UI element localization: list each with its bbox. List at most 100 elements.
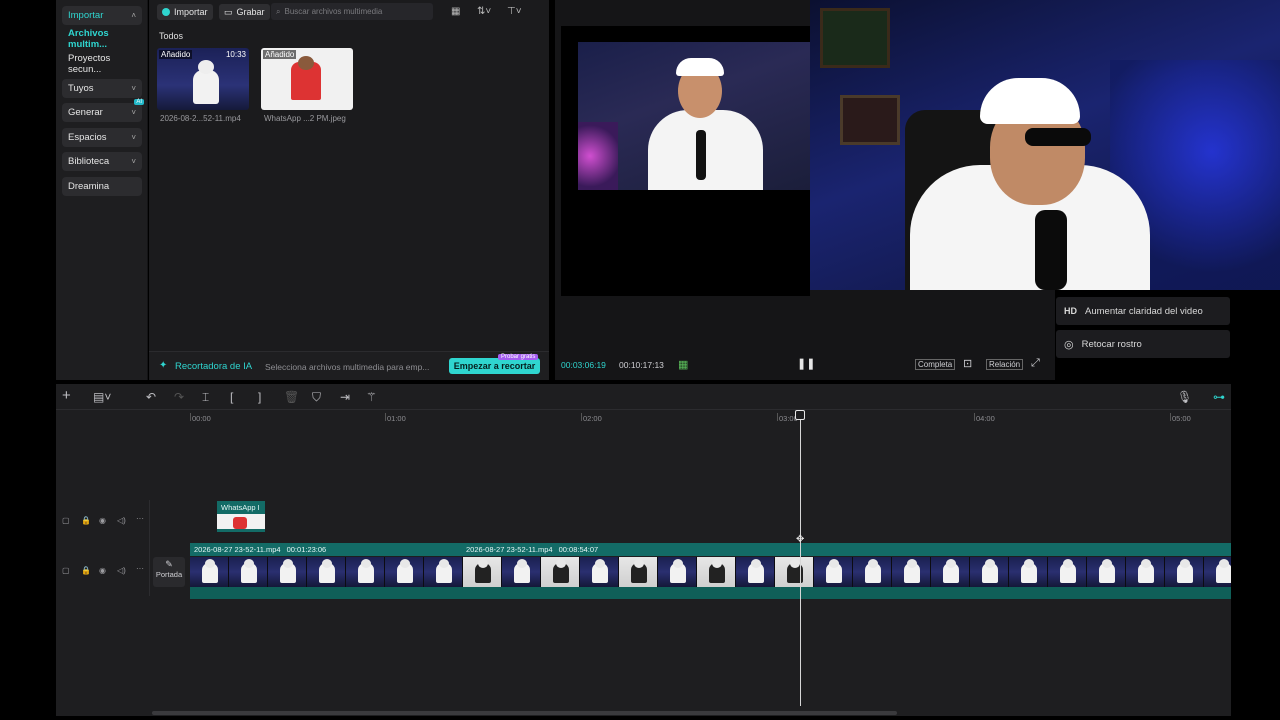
grid-view-icon[interactable]: ▦ (451, 6, 460, 17)
eye-icon[interactable]: ◉ (99, 566, 106, 575)
clip-frame (658, 557, 697, 587)
clip-frame (814, 557, 853, 587)
clip-frame (1048, 557, 1087, 587)
sidebar-item-label: Biblioteca (68, 156, 110, 167)
setting-label: Retocar rostro (1081, 338, 1142, 350)
main-clip-header[interactable]: 2026-08-27 23-52-11.mp4 00:01:23:06 (190, 543, 462, 556)
focus-icon[interactable]: ⊡ (963, 357, 972, 370)
playhead[interactable] (800, 412, 801, 706)
full-quality-button[interactable]: Completa (915, 359, 956, 370)
trim-right-icon[interactable]: ] (258, 390, 261, 404)
clip-frame (346, 557, 385, 587)
clip-frame (463, 557, 502, 587)
redo-icon[interactable]: ↷ (174, 390, 184, 404)
freeze-icon[interactable]: ⇥ (340, 390, 350, 404)
sidebar-item-library[interactable]: Biblioteca ˅ (62, 152, 142, 171)
start-cutting-button[interactable]: Empezar a recortar (449, 358, 540, 374)
ai-cutter-bar: ✦ Recortadora de IA Selecciona archivos … (149, 351, 549, 380)
clip-frame (268, 557, 307, 587)
enhance-clarity-option[interactable]: HD Aumentar claridad del video (1056, 297, 1230, 325)
sidebar-item-label: Importar (68, 10, 104, 21)
overlay-clip-thumb (233, 517, 247, 529)
add-icon[interactable]: + (62, 387, 71, 404)
aspect-ratio-button[interactable]: Relación (986, 359, 1024, 370)
added-badge: Añadido (159, 50, 193, 59)
overlay-clip[interactable] (217, 514, 265, 532)
playhead-handle[interactable] (795, 410, 805, 420)
preview-microphone (696, 130, 706, 180)
undo-icon[interactable]: ↶ (146, 390, 156, 404)
plus-circle-icon (162, 8, 170, 16)
sort-icon[interactable]: ⇅˅ (477, 6, 491, 17)
more-icon[interactable]: ··· (136, 564, 144, 573)
sidebar-item-import[interactable]: Importar ˄ (62, 6, 142, 25)
chevron-up-icon: ˄ (131, 11, 136, 20)
record-label: Grabar (236, 7, 265, 17)
lock-icon[interactable]: 🔒 (81, 516, 91, 525)
search-input[interactable]: ⌕ Buscar archivos multimedia (271, 3, 433, 20)
sidebar-item-dreamina[interactable]: Dreamina (62, 177, 142, 196)
video-figure (193, 70, 219, 104)
ai-cutter-title: Recortadora de IA (175, 361, 253, 372)
fullscreen-icon[interactable]: ⤢ (1031, 357, 1040, 370)
delete-icon[interactable]: 🗑 (284, 390, 299, 404)
duration-label: 10:33 (225, 50, 246, 59)
webcam-glasses (1025, 128, 1091, 146)
microphone-icon[interactable]: 🎙 (1177, 390, 1192, 404)
clip-frame (229, 557, 268, 587)
track-toggle-icon[interactable]: ▢ (62, 566, 70, 575)
clip-frame (853, 557, 892, 587)
audio-meter-icon: ▦ (678, 359, 689, 371)
link-icon[interactable]: ⊶ (1213, 390, 1225, 404)
trim-left-icon[interactable]: [ (230, 390, 233, 404)
clip-frames[interactable] (190, 557, 1231, 587)
main-clip-header[interactable]: 2026-08-27 23-52-11.mp4 00:08:54:07 (462, 543, 1231, 556)
total-time: 00:10:17:13 (619, 360, 664, 370)
clip-frame (697, 557, 736, 587)
clip-name: WhatsApp I (221, 503, 260, 512)
more-icon[interactable]: ··· (136, 514, 144, 523)
clip-frame (580, 557, 619, 587)
retouch-face-option[interactable]: ◎ Retocar rostro (1056, 330, 1230, 358)
track-toggle-icon[interactable]: ▢ (62, 516, 70, 525)
section-label: Todos (159, 31, 184, 41)
lock-icon[interactable]: 🔒 (81, 566, 91, 575)
pause-icon[interactable]: ❚❚ (797, 357, 815, 370)
media-item-image[interactable]: Añadido (261, 48, 353, 110)
ruler-label: 00:00 (192, 414, 211, 423)
speaker-icon[interactable]: ◁) (117, 516, 126, 525)
sidebar-item-secondary-projects[interactable]: Proyectos secun... (62, 52, 142, 75)
media-item-video[interactable]: Añadido 10:33 (157, 48, 249, 110)
split-icon[interactable]: ⌶ (202, 390, 209, 405)
filter-icon[interactable]: ⊤˅ (507, 6, 522, 17)
sidebar-item-generate[interactable]: Generar ˅ AI (62, 99, 144, 122)
clip-frame (1087, 557, 1126, 587)
sidebar-item-label: Espacios (68, 132, 107, 143)
sidebar-item-spaces[interactable]: Espacios ˅ (62, 128, 142, 147)
record-button[interactable]: ▭ Grabar (219, 4, 270, 20)
clip-frame (931, 557, 970, 587)
sidebar-item-label: Proyectos secun... (68, 52, 111, 75)
chevron-down-icon: ˅ (131, 157, 136, 166)
preview-light (578, 122, 618, 190)
clip-frame (541, 557, 580, 587)
shield-icon[interactable]: ⛉ (312, 390, 321, 405)
webcam-microphone (1035, 210, 1067, 290)
audio-waveform (190, 587, 1231, 599)
import-button[interactable]: Importar (157, 4, 213, 20)
start-cutting-label: Empezar a recortar (453, 361, 536, 371)
speaker-icon[interactable]: ◁) (117, 566, 126, 575)
eye-icon[interactable]: ◉ (99, 516, 106, 525)
timeline-scrollbar[interactable] (152, 711, 897, 715)
overlay-clip-header[interactable]: WhatsApp I (217, 501, 265, 514)
sidebar-item-yours[interactable]: Tuyos ˅ (62, 79, 142, 98)
magic-wand-icon[interactable]: ⚚ (366, 390, 377, 404)
player-preview[interactable] (561, 26, 810, 296)
sidebar-item-media-files[interactable]: Archivos multim... (62, 28, 142, 50)
cover-button[interactable]: ✎ Portada (153, 557, 185, 587)
clip-name: 2026-08-27 23-52-11.mp4 (194, 545, 281, 554)
sidebar-item-label: Tuyos (68, 83, 94, 94)
ruler-tick (581, 413, 582, 421)
layout-icon[interactable]: ▤˅ (93, 390, 111, 404)
ruler-tick (1170, 413, 1171, 421)
